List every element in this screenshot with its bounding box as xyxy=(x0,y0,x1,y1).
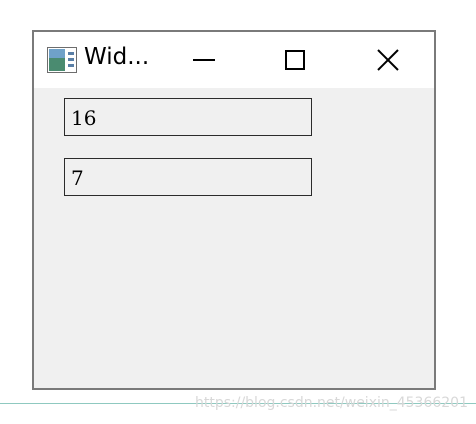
close-button[interactable] xyxy=(366,42,410,78)
app-window-icon xyxy=(47,47,77,73)
value-field-2[interactable]: 7 xyxy=(64,158,312,196)
maximize-button[interactable] xyxy=(272,42,316,78)
value-field-1[interactable]: 16 xyxy=(64,98,312,136)
window-title: Wid... xyxy=(84,44,150,70)
close-icon xyxy=(377,49,399,71)
title-bar[interactable]: Wid... xyxy=(34,32,434,88)
minimize-button[interactable] xyxy=(182,42,226,78)
minimize-icon xyxy=(193,59,215,61)
app-window: Wid... 16 7 xyxy=(32,30,436,390)
maximize-icon xyxy=(285,50,305,70)
watermark-text: https://blog.csdn.net/weixin_45366201 xyxy=(194,395,468,411)
